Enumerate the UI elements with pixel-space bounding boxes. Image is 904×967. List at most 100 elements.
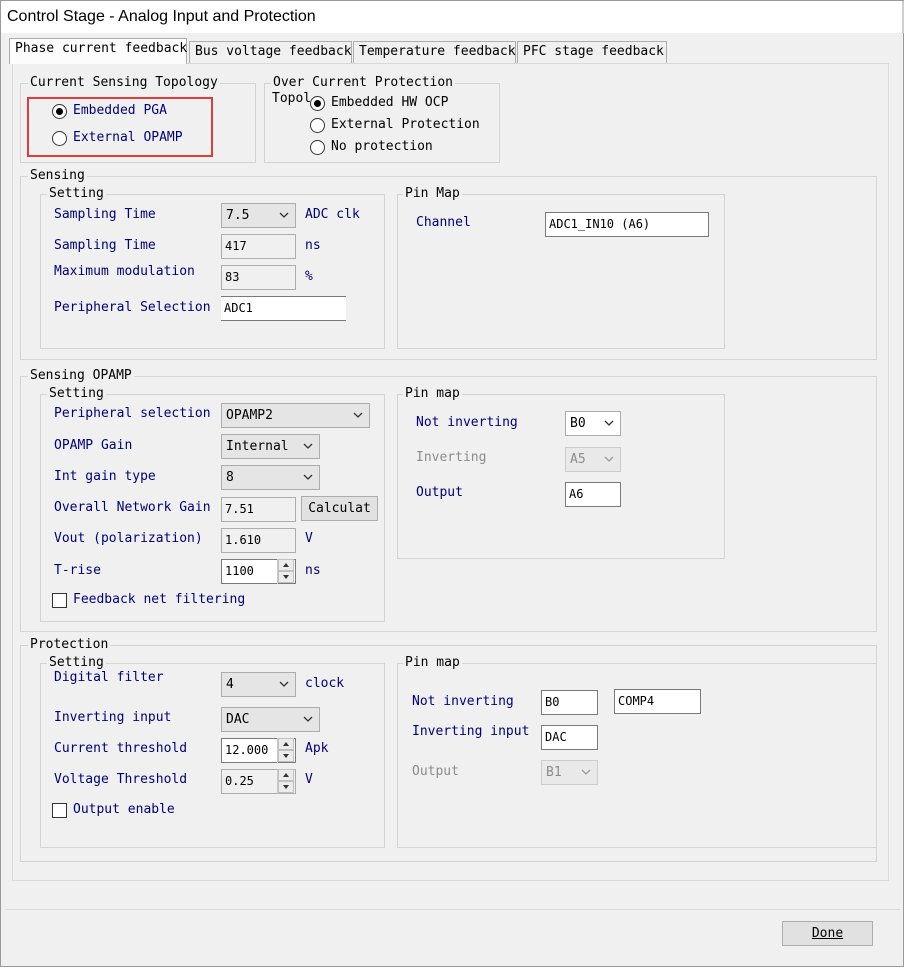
spin-down-icon[interactable] <box>278 781 294 793</box>
sampling-time-label: Sampling Time <box>54 207 156 222</box>
protection-pin-inverting-input-field[interactable]: DAC <box>541 725 598 750</box>
protection-not-inverting-label: Not inverting <box>412 694 514 709</box>
current-threshold-spinner[interactable] <box>277 738 294 763</box>
opamp-pin-map-title: Pin map <box>403 386 462 401</box>
protection-output-label: Output <box>412 764 459 779</box>
opamp-peripheral-label: Peripheral selection <box>54 406 211 421</box>
spin-down-icon[interactable] <box>278 750 294 762</box>
digital-filter-label: Digital filter <box>54 670 164 685</box>
sampling-time-ns-unit: ns <box>305 238 321 253</box>
adc-peripheral-selection-label: Peripheral Selection <box>54 300 211 315</box>
network-gain-label: Overall Network Gain <box>54 500 211 515</box>
opamp-output-field[interactable]: A6 <box>565 482 621 507</box>
window-title: Control Stage - Analog Input and Protect… <box>7 8 316 25</box>
chevron-down-icon <box>303 474 313 480</box>
tab-label: PFC stage feedback <box>523 44 664 59</box>
tab-temperature-feedback[interactable]: Temperature feedback <box>353 41 516 63</box>
sensing-title: Sensing <box>28 168 87 183</box>
done-label: Done <box>811 926 844 941</box>
sampling-time-unit: ADC clk <box>305 207 360 222</box>
feedback-net-filtering-checkbox[interactable] <box>52 593 67 608</box>
opamp-inverting-select[interactable]: A5 <box>565 447 621 472</box>
digital-filter-select[interactable]: 4 <box>221 672 296 697</box>
vout-unit: V <box>305 531 313 546</box>
opamp-output-label: Output <box>416 485 463 500</box>
protection-inverting-input-select[interactable]: DAC <box>221 707 320 732</box>
current-threshold-label: Current threshold <box>54 741 188 756</box>
channel-field[interactable]: ADC1_IN10 (A6) <box>545 212 709 237</box>
voltage-threshold-spinner[interactable] <box>277 769 294 794</box>
calculate-button[interactable]: Calculat <box>301 496 378 521</box>
no-protection-radio[interactable] <box>310 140 325 155</box>
tab-label: Phase current feedback <box>15 41 188 56</box>
opamp-not-inverting-value: B0 <box>570 416 586 431</box>
channel-label: Channel <box>416 215 471 230</box>
int-gain-type-value: 8 <box>226 470 234 485</box>
tab-label: Bus voltage feedback <box>195 44 352 59</box>
voltage-threshold-value: 0.25 <box>225 774 254 788</box>
protection-not-inverting-field[interactable]: B0 <box>541 690 598 715</box>
sampling-time-ns-label: Sampling Time <box>54 238 156 253</box>
external-opamp-label: External OPAMP <box>73 130 183 145</box>
spin-up-icon[interactable] <box>278 738 294 750</box>
sampling-time-select[interactable]: 7.5 <box>221 203 296 228</box>
opamp-inverting-label: Inverting <box>416 450 487 465</box>
spin-up-icon[interactable] <box>278 769 294 781</box>
output-enable-checkbox[interactable] <box>52 803 67 818</box>
digital-filter-value: 4 <box>226 677 234 692</box>
sensing-opamp-title: Sensing OPAMP <box>28 368 134 383</box>
sampling-time-value: 7.5 <box>226 208 250 223</box>
opamp-gain-select[interactable]: Internal <box>221 434 320 459</box>
trise-value: 1100 <box>225 564 254 578</box>
output-enable-label: Output enable <box>73 802 175 817</box>
vout-field: 1.610 <box>221 528 296 553</box>
adc-peripheral-selection-field[interactable]: ADC1 <box>221 296 346 321</box>
int-gain-type-label: Int gain type <box>54 469 156 484</box>
opamp-inverting-value: A5 <box>570 452 586 467</box>
dialog-window: Control Stage - Analog Input and Protect… <box>0 0 904 967</box>
chevron-down-icon <box>303 443 313 449</box>
no-protection-label: No protection <box>331 139 433 154</box>
footer-divider <box>6 909 900 910</box>
protection-pin-map-title: Pin map <box>403 655 462 670</box>
external-opamp-radio[interactable] <box>52 131 67 146</box>
max-modulation-field: 83 <box>221 265 296 290</box>
comparator-field[interactable]: COMP4 <box>614 689 701 714</box>
chevron-down-icon <box>353 412 363 418</box>
tab-phase-current-feedback[interactable]: Phase current feedback <box>9 38 187 64</box>
protection-inverting-input-label: Inverting input <box>54 710 172 725</box>
spin-up-icon[interactable] <box>278 559 294 571</box>
tab-bus-voltage-feedback[interactable]: Bus voltage feedback <box>189 41 352 63</box>
max-modulation-label: Maximum modulation <box>54 264 195 279</box>
trise-spinner[interactable] <box>277 559 294 584</box>
opamp-peripheral-value: OPAMP2 <box>226 408 273 423</box>
protection-pin-inverting-input-label: Inverting input <box>412 724 530 739</box>
spin-down-icon[interactable] <box>278 571 294 583</box>
digital-filter-unit: clock <box>305 676 345 691</box>
int-gain-type-select[interactable]: 8 <box>221 465 320 490</box>
external-protection-radio[interactable] <box>310 118 325 133</box>
protection-setting-title: Setting <box>47 655 106 670</box>
protection-inverting-input-value: DAC <box>226 712 250 727</box>
opamp-gain-label: OPAMP Gain <box>54 438 133 453</box>
chevron-down-icon <box>303 716 313 722</box>
protection-output-value: B1 <box>546 765 562 780</box>
voltage-threshold-unit: V <box>305 772 313 787</box>
over-current-protection-title: Over Current Protection <box>271 75 456 90</box>
embedded-hw-ocp-radio[interactable] <box>310 96 325 111</box>
current-threshold-value: 12.000 <box>225 743 269 757</box>
sensing-pin-map-title: Pin Map <box>403 186 462 201</box>
opamp-not-inverting-select[interactable]: B0 <box>565 411 621 436</box>
title-bar[interactable]: Control Stage - Analog Input and Protect… <box>1 1 904 33</box>
embedded-pga-radio[interactable] <box>52 104 67 119</box>
current-threshold-unit: Apk <box>305 741 329 756</box>
done-button[interactable]: Done <box>782 921 873 946</box>
chevron-down-icon <box>279 212 289 218</box>
sensing-setting-title: Setting <box>47 186 106 201</box>
opamp-peripheral-select[interactable]: OPAMP2 <box>221 403 370 428</box>
protection-output-select[interactable]: B1 <box>541 760 598 785</box>
network-gain-field: 7.51 <box>221 497 296 522</box>
tab-pfc-stage-feedback[interactable]: PFC stage feedback <box>517 41 667 63</box>
protection-title: Protection <box>28 637 111 652</box>
over-current-protection-title-line2: Topol <box>272 91 312 106</box>
